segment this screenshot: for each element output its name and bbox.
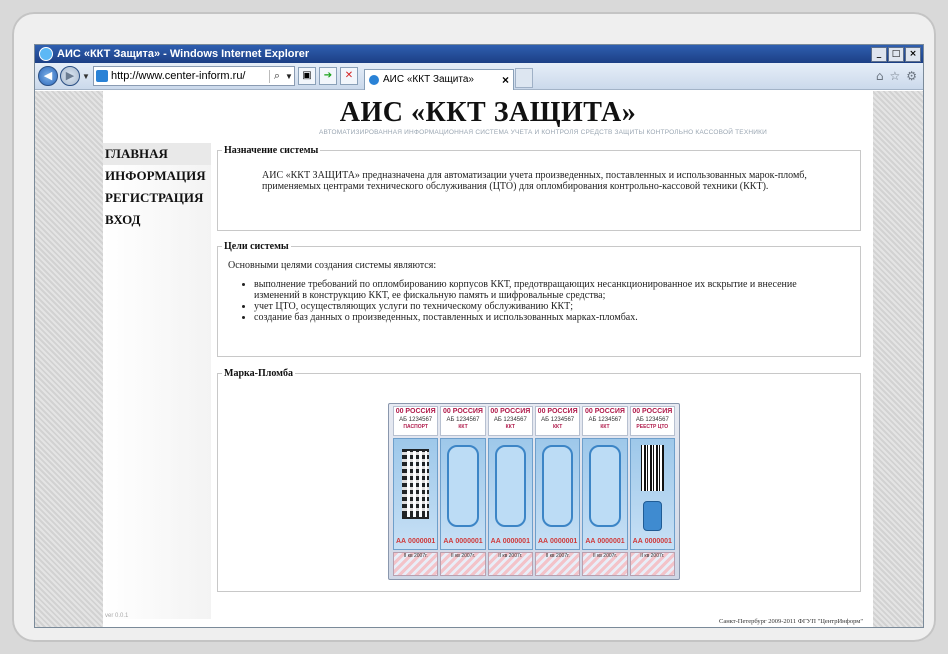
sidebar-menu: ГЛАВНАЯ ИНФОРМАЦИЯ РЕГИСТРАЦИЯ ВХОД ver …: [103, 143, 211, 619]
cash-register-icon: [642, 501, 662, 531]
address-input[interactable]: http://www.center-inform.ru/: [111, 70, 269, 82]
stamp-quarter: II кв 2007г.: [393, 552, 439, 576]
stamp-strip: 00 РОССИЯ АБ 1234567 ККТ: [534, 406, 581, 436]
stamp-strip: 00 РОССИЯ АБ 1234567 ККТ: [440, 406, 486, 436]
stamp-serial: АА 0000001: [632, 538, 672, 545]
goals-list: выполнение требований по опломбированию …: [240, 279, 840, 323]
stamp-quarter: II кв 2007г.: [582, 552, 628, 576]
address-bar[interactable]: http://www.center-inform.ru/ ⌕ ▼: [93, 66, 295, 86]
version-label: ver 0.0.1: [105, 613, 129, 619]
stamp-strip: 00 РОССИЯ АБ 1234567 ККТ: [582, 406, 628, 436]
stamp-serial: АА 0000001: [396, 538, 436, 545]
tab-page-icon: [369, 74, 379, 85]
maximize-button[interactable]: □: [888, 46, 904, 62]
page-icon: [96, 70, 108, 82]
address-dropdown-icon[interactable]: ▼: [284, 72, 294, 81]
stamp-quarter: II кв 2007г.: [487, 552, 533, 576]
page: АИС «ККТ ЗАЩИТА» АВТОМАТИЗИРОВАННАЯ ИНФО…: [103, 91, 873, 627]
copyright: Санкт-Петербург 2009-2011 ФГУП "ЦентрИнф…: [719, 618, 863, 625]
menu-item-info[interactable]: ИНФОРМАЦИЯ: [103, 165, 211, 187]
browser-right-icons: ⌂ ☆ ⚙: [876, 69, 917, 83]
stamp-quarter: II кв 2007г.: [534, 552, 581, 576]
minimize-button[interactable]: _: [871, 46, 887, 62]
goal-item: выполнение требований по опломбированию …: [254, 279, 840, 301]
stamp-quarter: II кв 2007г.: [440, 552, 486, 576]
ie-logo-icon: [39, 47, 53, 61]
history-dropdown-icon[interactable]: ▼: [82, 72, 90, 81]
browser-toolbar: ◀ ▶ ▼ http://www.center-inform.ru/ ⌕ ▼ ▣…: [35, 63, 923, 90]
stamp-strip: 00 РОССИЯ АБ 1234567 РЕЕСТР ЦТО: [629, 406, 675, 436]
stamp-section: Марка-Пломба 00 РОССИЯ АБ 1234567 ПАСПОРТ …: [217, 368, 861, 592]
title-bar: АИС «ККТ Защита» - Windows Internet Expl…: [35, 45, 923, 63]
tab-close-icon[interactable]: ×: [502, 73, 509, 87]
forward-button[interactable]: ▶: [60, 66, 80, 86]
close-window-button[interactable]: ×: [905, 46, 921, 62]
site-title: АИС «ККТ ЗАЩИТА»: [339, 97, 637, 128]
stamp-panel: АА 0000001: [440, 438, 486, 550]
back-button[interactable]: ◀: [38, 66, 58, 86]
stamp-header-row: 00 РОССИЯ АБ 1234567 ПАСПОРТ 00 РОССИЯ АБ 1…: [393, 406, 675, 436]
stamp-serial: АА 0000001: [537, 538, 578, 545]
stamp-serial: АА 0000001: [490, 538, 530, 545]
browser-window: АИС «ККТ Защита» - Windows Internet Expl…: [34, 44, 924, 628]
goals-title: Цели системы: [224, 241, 289, 252]
new-tab-button[interactable]: [515, 68, 533, 88]
menu-item-home[interactable]: ГЛАВНАЯ: [103, 143, 211, 165]
stamp-panel-row: АА 0000001 АА 0000001 АА 0000001 АА 0000…: [393, 438, 675, 550]
favorites-star-icon[interactable]: ☆: [889, 69, 900, 83]
stamp-quarter: II кв 2007г.: [629, 552, 675, 576]
site-subtitle: АВТОМАТИЗИРОВАННАЯ ИНФОРМАЦИОННАЯ СИСТЕМ…: [319, 129, 767, 136]
stop-button[interactable]: ✕: [340, 67, 358, 85]
purpose-text: АИС «ККТ ЗАЩИТА» предназначена для автом…: [262, 170, 807, 192]
stamp-serial: АА 0000001: [585, 538, 625, 545]
stamp-strip: 00 РОССИЯ АБ 1234567 ПАСПОРТ: [393, 406, 439, 436]
menu-item-login[interactable]: ВХОД: [103, 209, 211, 231]
go-button[interactable]: ➔: [319, 67, 337, 85]
stamp-panel-register: АА 0000001: [629, 438, 675, 550]
stamp-image: 00 РОССИЯ АБ 1234567 ПАСПОРТ 00 РОССИЯ АБ 1…: [388, 403, 680, 580]
stamp-panel: АА 0000001: [487, 438, 533, 550]
main-content: Назначение системы АИС «ККТ ЗАЩИТА» пред…: [213, 143, 867, 627]
purpose-section: Назначение системы АИС «ККТ ЗАЩИТА» пред…: [217, 145, 861, 231]
home-icon[interactable]: ⌂: [876, 69, 884, 83]
compatibility-icon[interactable]: ▣: [298, 67, 316, 85]
barcode-icon: [640, 445, 664, 491]
window-title: АИС «ККТ Защита» - Windows Internet Expl…: [57, 48, 310, 60]
tools-gear-icon[interactable]: ⚙: [906, 69, 917, 83]
goals-section: Цели системы Основными целями создания с…: [217, 241, 861, 357]
tab-label: АИС «ККТ Защита»: [383, 74, 474, 85]
purpose-title: Назначение системы: [224, 145, 319, 156]
stamp-footer-row: II кв 2007г. II кв 2007г. II кв 2007г. I…: [393, 552, 675, 576]
menu-item-registration[interactable]: РЕГИСТРАЦИЯ: [103, 187, 211, 209]
stamp-panel: АА 0000001: [582, 438, 628, 550]
goals-intro: Основными целями создания системы являют…: [228, 260, 437, 271]
goal-item: учет ЦТО, осуществляющих услуги по техни…: [254, 301, 840, 312]
site-header: АИС «ККТ ЗАЩИТА» АВТОМАТИЗИРОВАННАЯ ИНФО…: [103, 91, 873, 139]
stamp-strip: 00 РОССИЯ АБ 1234567 ККТ: [487, 406, 533, 436]
stamp-title: Марка-Пломба: [224, 368, 293, 379]
window-controls: _ □ ×: [871, 46, 921, 62]
viewport: АИС «ККТ ЗАЩИТА» АВТОМАТИЗИРОВАННАЯ ИНФО…: [35, 91, 923, 627]
stamp-serial: АА 0000001: [443, 538, 483, 545]
stamp-panel-qr: АА 0000001: [393, 438, 439, 550]
search-icon[interactable]: ⌕: [269, 69, 284, 83]
goal-item: создание баз данных о произведенных, пос…: [254, 312, 840, 323]
stamp-panel: АА 0000001: [534, 438, 581, 550]
tab-active[interactable]: АИС «ККТ Защита» ×: [364, 68, 514, 90]
